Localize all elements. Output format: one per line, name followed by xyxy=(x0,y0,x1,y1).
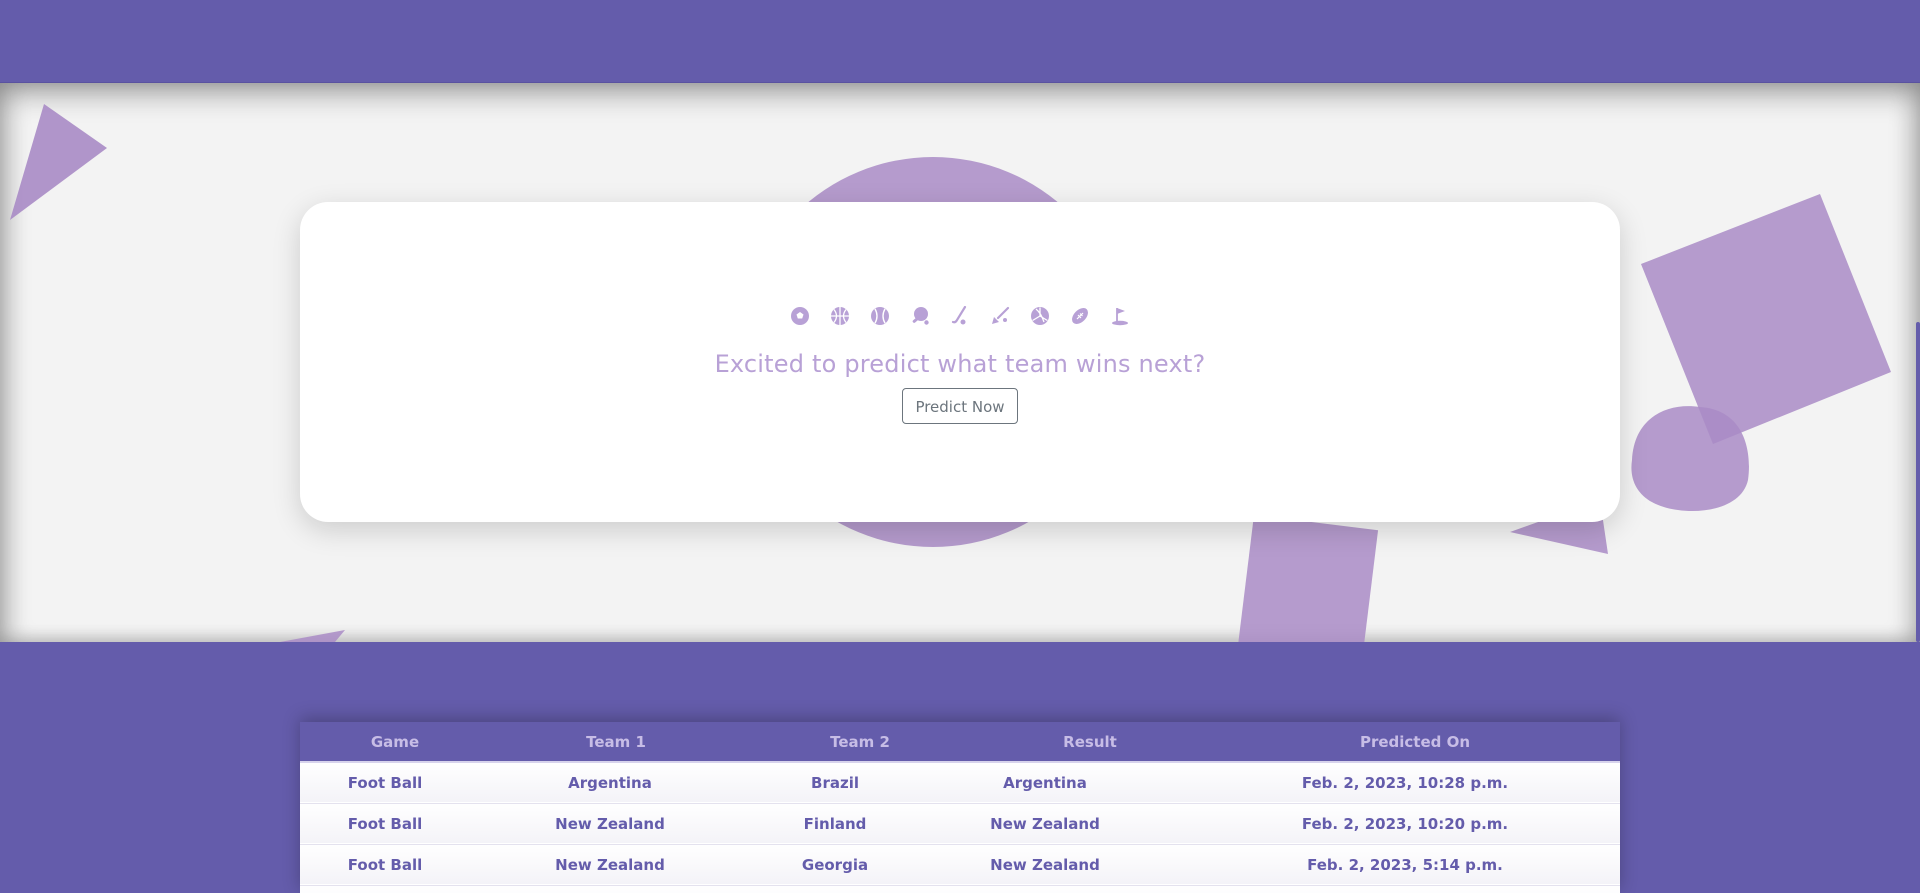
sport-icons-row xyxy=(300,306,1620,326)
bottom-triangle-shape xyxy=(280,630,345,642)
cell-result: Argentina xyxy=(1003,773,1087,792)
cell-team-1: New Zealand xyxy=(555,855,665,874)
cell-predicted-on: Feb. 2, 2023, 10:28 p.m. xyxy=(1301,773,1509,792)
column-header-predicted-on: Predicted On xyxy=(1359,732,1471,751)
blob-shape xyxy=(1631,406,1749,512)
rotated-square-shape xyxy=(1641,194,1891,444)
cell-predicted-on: Feb. 2, 2023, 10:20 p.m. xyxy=(1301,814,1509,833)
baseball-icon xyxy=(871,307,889,325)
column-header-team-2: Team 2 xyxy=(830,732,890,751)
cell-game: Foot Ball xyxy=(347,855,423,874)
column-header-team-1: Team 1 xyxy=(586,732,646,751)
table-row[interactable] xyxy=(300,885,1620,893)
cell-team-1: New Zealand xyxy=(555,814,665,833)
table-header-row: Game Team 1 Team 2 Result Predicted On xyxy=(300,722,1620,762)
scrollbar-thumb[interactable] xyxy=(1916,322,1920,642)
triangle-shape xyxy=(10,104,107,220)
table-row[interactable]: Foot Ball Argentina Brazil Argentina Feb… xyxy=(300,762,1620,803)
predictions-table: Game Team 1 Team 2 Result Predicted On F… xyxy=(300,722,1620,893)
golf-icon xyxy=(1112,308,1128,326)
cell-game: Foot Ball xyxy=(347,773,423,792)
predict-now-button[interactable]: Predict Now xyxy=(902,388,1018,424)
table-tennis-icon xyxy=(912,307,929,325)
table-row[interactable]: Foot Ball New Zealand Georgia New Zealan… xyxy=(300,844,1620,885)
predictions-table-container: Game Team 1 Team 2 Result Predicted On F… xyxy=(300,722,1620,893)
soccer-ball-icon xyxy=(791,307,809,325)
top-navbar xyxy=(0,0,1920,83)
rugby-ball-icon xyxy=(1072,308,1088,324)
cell-team-2: Brazil xyxy=(811,773,859,792)
column-header-game: Game xyxy=(370,732,420,751)
cell-team-2: Finland xyxy=(803,814,867,833)
volleyball-icon xyxy=(1031,307,1049,325)
cell-predicted-on: Feb. 2, 2023, 5:14 p.m. xyxy=(1307,855,1503,874)
hero-tagline: Excited to predict what team wins next? xyxy=(714,350,1206,378)
hockey-icon xyxy=(951,306,967,325)
basketball-icon xyxy=(831,307,849,325)
cell-team-1: Argentina xyxy=(568,773,652,792)
cell-result: New Zealand xyxy=(990,814,1100,833)
square-shape xyxy=(1236,514,1379,642)
table-row[interactable]: Foot Ball New Zealand Finland New Zealan… xyxy=(300,803,1620,844)
column-header-result: Result xyxy=(1063,732,1117,751)
cell-result: New Zealand xyxy=(990,855,1100,874)
cell-game: Foot Ball xyxy=(347,814,423,833)
cell-team-2: Georgia xyxy=(801,855,869,874)
badminton-icon xyxy=(992,306,1010,324)
hero-section: Excited to predict what team wins next? … xyxy=(0,82,1920,642)
prediction-card: Excited to predict what team wins next? … xyxy=(300,202,1620,522)
